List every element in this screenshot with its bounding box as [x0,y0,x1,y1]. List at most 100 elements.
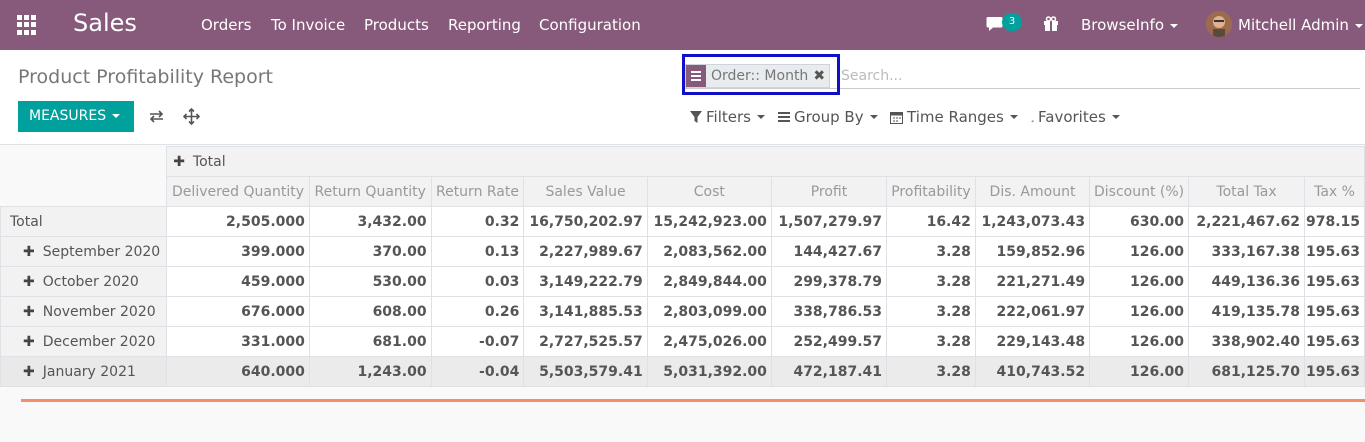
table-cell: 333,167.38 [1188,236,1306,267]
table-cell: 3.28 [886,356,976,387]
expand-all-icon[interactable] [183,108,200,125]
column-total-label: Total [192,153,226,170]
table-cell: 15,242,923.00 [646,206,772,237]
measure-header[interactable]: Dis. Amount [974,176,1091,207]
table-cell: 410,743.52 [974,356,1091,387]
table-cell: 1,243.00 [308,356,432,387]
row-header[interactable]: ✚ November 2020 [0,296,168,327]
table-cell: 144,427.67 [770,236,888,267]
table-cell: 2,803,099.00 [646,296,772,327]
measure-header[interactable]: Total Tax [1188,176,1306,207]
plus-icon: ✚ [23,243,35,260]
favorites-dropdown[interactable]: ¸ Favorites [1030,108,1120,126]
table-cell: 126.00 [1089,236,1190,267]
measure-header[interactable]: Delivered Quantity [166,176,310,207]
group-by-label: Group By [794,108,864,126]
flip-axis-icon[interactable] [148,108,165,125]
top-navbar: Sales Orders To Invoice Products Reporti… [0,0,1365,50]
table-cell: 0.32 [430,206,525,237]
time-ranges-dropdown[interactable]: Time Ranges [890,108,1018,126]
row-header-total[interactable]: Total [0,206,168,237]
table-cell: 126.00 [1089,296,1190,327]
measure-header[interactable]: Profitability [886,176,976,207]
measures-label: MEASURES [29,108,107,124]
user-menu[interactable]: Mitchell Admin [1238,16,1363,34]
table-row: ✚ January 2021 640.000 1,243.00 -0.04 5,5… [0,356,1365,387]
row-header[interactable]: ✚ January 2021 [0,356,168,387]
table-cell: 3,432.00 [308,206,432,237]
menu-products[interactable]: Products [364,16,429,34]
measure-header[interactable]: Profit [770,176,888,207]
row-label: January 2021 [42,363,136,380]
avatar[interactable] [1206,11,1232,37]
table-cell: 5,503,579.41 [523,356,648,387]
table-cell: 978.15 [1304,206,1365,237]
filter-icon [690,111,702,123]
table-cell: 1,507,279.97 [770,206,888,237]
table-cell: 221,271.49 [974,266,1091,297]
menu-reporting[interactable]: Reporting [448,16,521,34]
table-cell: 449,136.36 [1188,266,1306,297]
measure-header[interactable]: Return Quantity [308,176,432,207]
table-cell: 370.00 [308,236,432,267]
table-cell: 640.000 [166,356,310,387]
table-cell: 630.00 [1089,206,1190,237]
menu-orders[interactable]: Orders [201,16,251,34]
chevron-down-icon [112,114,121,118]
measure-header[interactable]: Tax % [1304,176,1365,207]
corner-cell [0,176,167,207]
measures-button[interactable]: MEASURES [18,101,134,132]
row-header[interactable]: ✚ December 2020 [0,326,168,357]
column-header-total[interactable]: ✚ Total [166,146,1365,177]
measure-header[interactable]: Return Rate [430,176,525,207]
table-cell: 0.26 [430,296,525,327]
table-cell: 3.28 [886,236,976,267]
table-row: ✚ September 2020 399.000 370.00 0.13 2,22… [0,236,1365,267]
chat-icon[interactable] [986,16,1003,32]
table-cell: 3,149,222.79 [523,266,648,297]
chevron-down-icon [869,115,878,119]
measure-header[interactable]: Cost [646,176,772,207]
row-header[interactable]: ✚ September 2020 [0,236,168,267]
table-row: ✚ November 2020 676.000 608.00 0.26 3,141… [0,296,1365,327]
table-cell: 0.03 [430,266,525,297]
table-cell: 331.000 [166,326,310,357]
facet-highlight [682,54,840,95]
row-label: October 2020 [42,273,139,290]
menu-to-invoice[interactable]: To Invoice [271,16,345,34]
bars-icon [778,112,790,122]
table-cell: 3.28 [886,296,976,327]
row-header[interactable]: ✚ October 2020 [0,266,168,297]
gift-icon[interactable] [1043,16,1059,32]
row-label: November 2020 [42,303,156,320]
table-row: ✚ October 2020 459.000 530.00 0.03 3,149,… [0,266,1365,297]
table-cell: 3,141,885.53 [523,296,648,327]
plus-icon: ✚ [23,333,35,350]
measure-header[interactable]: Sales Value [523,176,648,207]
search-input[interactable] [841,66,1341,86]
table-cell: 3.28 [886,326,976,357]
divider-line [21,399,1365,402]
table-cell: 126.00 [1089,266,1190,297]
browseinfo-menu[interactable]: BrowseInfo [1081,16,1179,34]
menu-configuration[interactable]: Configuration [539,16,641,34]
table-cell: 5,031,392.00 [646,356,772,387]
table-cell: 2,221,467.62 [1188,206,1306,237]
table-cell: 681,125.70 [1188,356,1306,387]
chevron-down-icon [1354,23,1363,28]
table-cell: 681.00 [308,326,432,357]
chevron-down-icon [756,115,765,119]
app-brand: Sales [73,9,137,37]
apps-menu-icon[interactable] [17,15,37,35]
table-cell: 2,505.000 [166,206,310,237]
table-cell: 222,061.97 [974,296,1091,327]
plus-icon: ✚ [173,153,185,170]
pivot-table: ✚ Total Delivered Quantity Return Quantit… [0,146,1365,387]
filters-dropdown[interactable]: Filters [690,108,765,126]
measure-header[interactable]: Discount (%) [1089,176,1190,207]
table-cell: 459.000 [166,266,310,297]
group-by-dropdown[interactable]: Group By [778,108,878,126]
chevron-down-icon [1009,115,1018,119]
table-cell: 338,902.40 [1188,326,1306,357]
row-label: December 2020 [42,333,156,350]
